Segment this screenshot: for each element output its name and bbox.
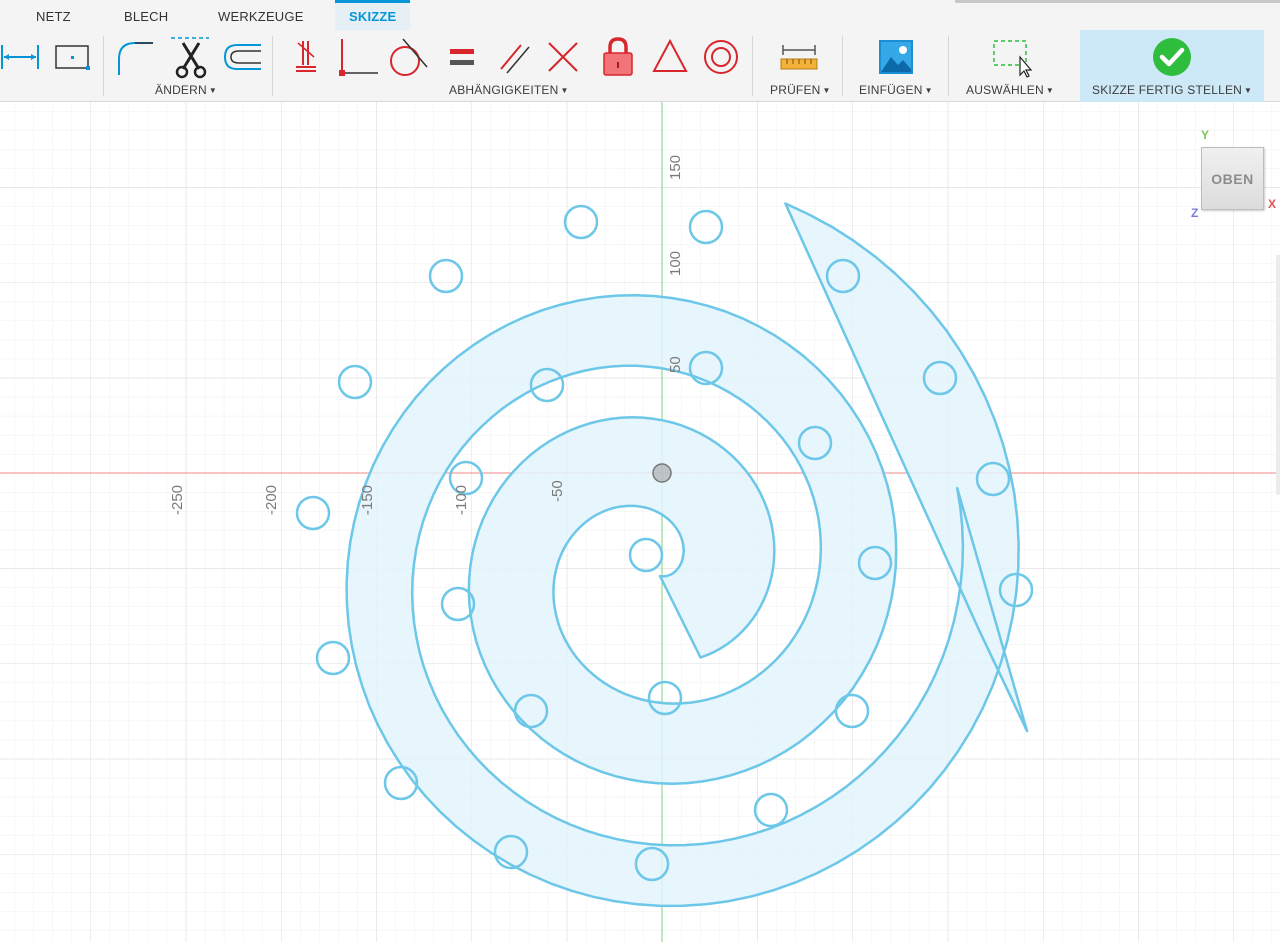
caret-down-icon: ▼ bbox=[924, 86, 933, 95]
measure-icon[interactable] bbox=[777, 36, 821, 78]
major-grid bbox=[0, 102, 1280, 942]
abhaengigkeiten-menu[interactable]: ABHÄNGIGKEITEN ▼ bbox=[449, 83, 569, 97]
perpendicular-icon[interactable] bbox=[336, 36, 380, 78]
toolbar-separator bbox=[948, 36, 949, 96]
toolbar-separator bbox=[272, 36, 273, 96]
tab-netz[interactable]: NETZ bbox=[36, 0, 71, 30]
checkmark-icon bbox=[1153, 38, 1191, 76]
coincident-icon[interactable] bbox=[284, 36, 328, 78]
offset-icon[interactable] bbox=[219, 36, 263, 78]
auswaehlen-label: AUSWÄHLEN bbox=[966, 83, 1044, 97]
viewcube-x-axis-label: X bbox=[1268, 197, 1277, 211]
ruler-label-x: -50 bbox=[549, 480, 566, 502]
viewcube-top-face[interactable]: OBEN bbox=[1201, 147, 1264, 210]
trim-icon[interactable] bbox=[169, 36, 213, 79]
toolbar-separator bbox=[103, 36, 104, 96]
aendern-menu[interactable]: ÄNDERN ▼ bbox=[155, 83, 217, 97]
insert-image-icon[interactable] bbox=[874, 36, 918, 78]
sketch-toolbar: ÄNDERN ▼ ABHÄNGIGKEITEN ▼ PRÜFEN ▼ EINFÜ… bbox=[0, 30, 1280, 102]
parallel-icon[interactable] bbox=[491, 36, 535, 78]
abhaengigkeiten-label: ABHÄNGIGKEITEN bbox=[449, 83, 559, 97]
einfuegen-label: EINFÜGEN bbox=[859, 83, 923, 97]
app-window: NETZ BLECH WERKZEUGE SKIZZE ÄNDERN ▼ ABH… bbox=[0, 0, 1280, 942]
tab-skizze[interactable]: SKIZZE bbox=[335, 0, 411, 30]
ruler-label-x: -150 bbox=[359, 485, 376, 515]
concentric-icon[interactable] bbox=[699, 36, 743, 78]
einfuegen-menu[interactable]: EINFÜGEN ▼ bbox=[859, 83, 933, 97]
aendern-label: ÄNDERN bbox=[155, 83, 207, 97]
finish-label-text: SKIZZE FERTIG STELLEN bbox=[1092, 83, 1243, 97]
collinear-icon[interactable] bbox=[541, 36, 585, 78]
symmetry-icon[interactable] bbox=[648, 36, 692, 78]
origin-point[interactable] bbox=[652, 463, 672, 483]
viewcube-z-axis-label: Z bbox=[1191, 206, 1199, 220]
select-icon[interactable] bbox=[990, 36, 1034, 78]
fillet-icon[interactable] bbox=[113, 36, 157, 78]
tab-blech[interactable]: BLECH bbox=[124, 0, 168, 30]
side-panel-edge[interactable] bbox=[1276, 255, 1280, 495]
caret-down-icon: ▼ bbox=[1045, 86, 1054, 95]
pruefen-menu[interactable]: PRÜFEN ▼ bbox=[770, 83, 831, 97]
tangent-icon[interactable] bbox=[385, 36, 429, 78]
tab-bar: NETZ BLECH WERKZEUGE SKIZZE bbox=[0, 0, 1280, 30]
equal-icon[interactable] bbox=[440, 36, 484, 78]
fix-icon[interactable] bbox=[596, 36, 640, 78]
toolbar-separator bbox=[842, 36, 843, 96]
ruler-label-y: 150 bbox=[667, 155, 684, 180]
toolbar-separator bbox=[752, 36, 753, 96]
ruler-label-y: 100 bbox=[667, 251, 684, 276]
ruler-label-x: -200 bbox=[263, 485, 280, 515]
finish-sketch-label: SKIZZE FERTIG STELLEN ▼ bbox=[1092, 83, 1252, 97]
viewcube-y-axis-label: Y bbox=[1201, 128, 1210, 142]
window-grip bbox=[955, 0, 1280, 3]
auswaehlen-menu[interactable]: AUSWÄHLEN ▼ bbox=[966, 83, 1054, 97]
caret-down-icon: ▼ bbox=[560, 86, 569, 95]
pruefen-label: PRÜFEN bbox=[770, 83, 821, 97]
dimension-icon[interactable] bbox=[0, 36, 40, 78]
caret-down-icon: ▼ bbox=[1244, 86, 1253, 95]
finish-sketch-button[interactable]: SKIZZE FERTIG STELLEN ▼ bbox=[1080, 30, 1264, 102]
center-rectangle-icon[interactable] bbox=[50, 36, 94, 78]
caret-down-icon: ▼ bbox=[822, 86, 831, 95]
caret-down-icon: ▼ bbox=[208, 86, 217, 95]
ruler-label-y: 50 bbox=[667, 356, 684, 373]
sketch-canvas[interactable]: -250 -200 -150 -100 -50 150 100 50 bbox=[0, 102, 1280, 942]
ruler-label-x: -100 bbox=[453, 485, 470, 515]
tab-werkzeuge[interactable]: WERKZEUGE bbox=[218, 0, 304, 30]
ruler-label-x: -250 bbox=[169, 485, 186, 515]
